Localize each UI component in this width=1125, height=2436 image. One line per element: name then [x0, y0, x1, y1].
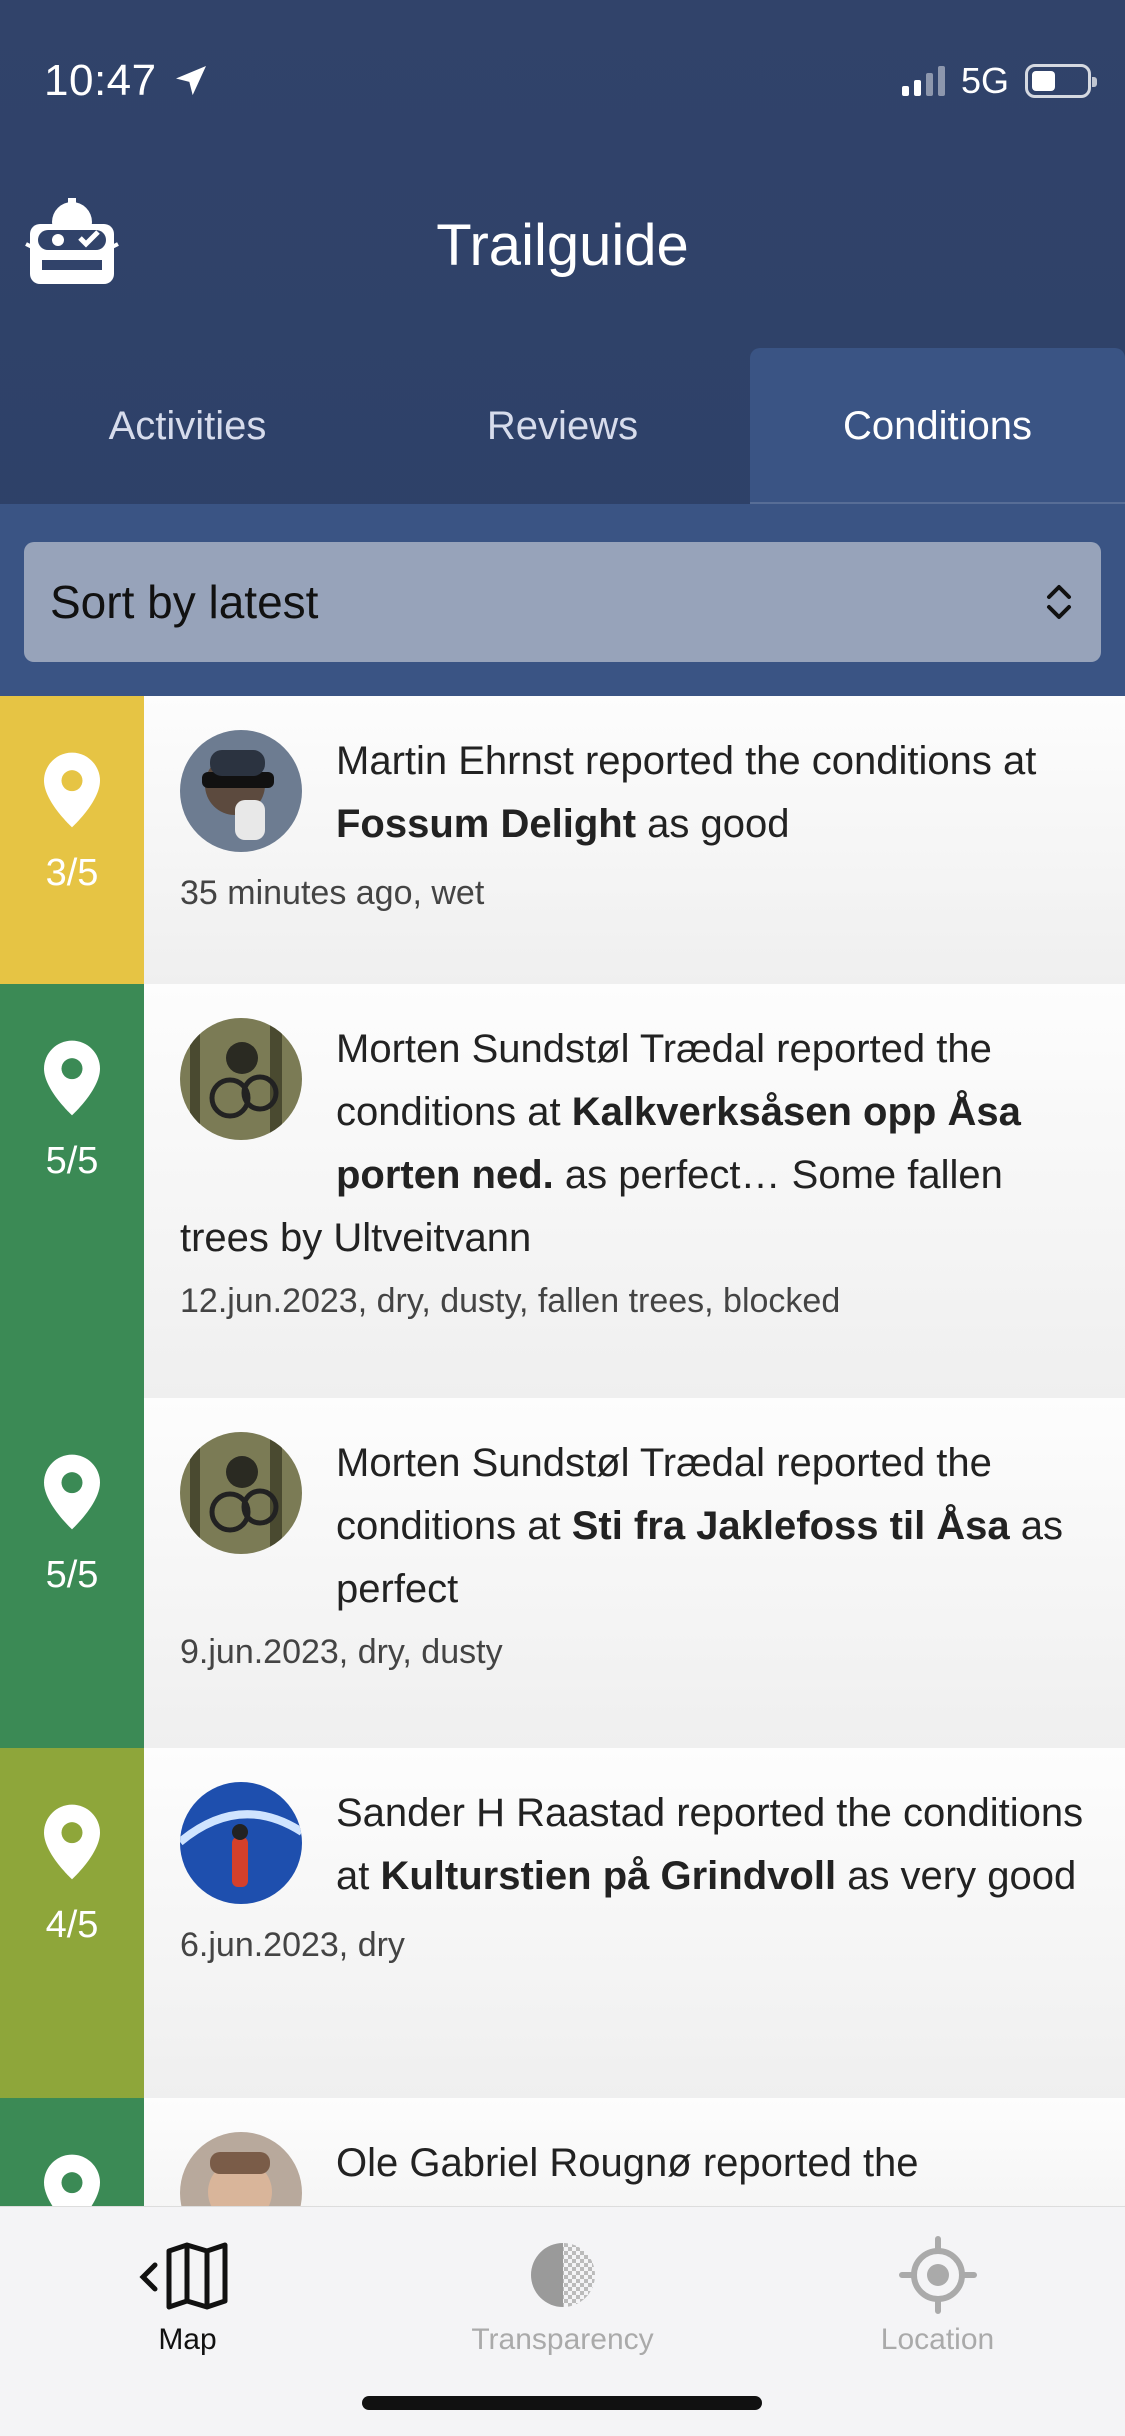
- report-text: Morten Sundstøl Trædal reported the cond…: [180, 1018, 1085, 1270]
- app-header: 10:47 5G Trailguide Activities Reviews C…: [0, 0, 1125, 696]
- tab-bar: Activities Reviews Conditions: [0, 348, 1125, 504]
- conditions-list: 3/5 Martin Ehrnst reported the condition…: [0, 696, 1125, 2206]
- rating-strip: 3/5: [0, 696, 144, 984]
- rating-strip: 4/5: [0, 1748, 144, 2098]
- sort-select[interactable]: Sort by latest: [24, 542, 1101, 662]
- list-item[interactable]: Ole Gabriel Rougnø reported the: [0, 2098, 1125, 2206]
- rating-strip: 5/5: [0, 1398, 144, 1748]
- home-indicator[interactable]: [362, 2396, 762, 2410]
- list-item[interactable]: 3/5 Martin Ehrnst reported the condition…: [0, 696, 1125, 984]
- nav-location-label: Location: [880, 2323, 995, 2356]
- list-item[interactable]: 5/5 Morten Sundstøl Trædal reported the …: [0, 984, 1125, 1398]
- nav-location[interactable]: Location: [750, 2207, 1125, 2377]
- report-text: Morten Sundstøl Trædal reported the cond…: [180, 1432, 1085, 1621]
- nav-map[interactable]: Map: [0, 2207, 375, 2377]
- avatar[interactable]: [180, 1432, 302, 1554]
- map-pin-icon: [44, 752, 100, 828]
- report-user[interactable]: Martin Ehrnst: [336, 739, 574, 783]
- status-time: 10:47: [44, 56, 211, 106]
- nav-transparency-label: Transparency: [471, 2323, 654, 2356]
- report-text: Ole Gabriel Rougnø reported the: [180, 2132, 1085, 2195]
- list-item[interactable]: 4/5 Sander H Raastad reported the condit…: [0, 1748, 1125, 2098]
- avatar[interactable]: [180, 1018, 302, 1140]
- report-meta: 12.jun.2023, dry, dusty, fallen trees, b…: [180, 1282, 841, 1320]
- app-title: Trailguide: [436, 213, 689, 278]
- status-indicators: 5G: [901, 60, 1097, 102]
- report-meta: 35 minutes ago, wet: [180, 874, 485, 912]
- avatar[interactable]: [180, 730, 302, 852]
- tab-conditions[interactable]: Conditions: [750, 348, 1125, 504]
- report-verdict: as perfect… Some fallen trees by Ultveit…: [180, 1153, 1003, 1260]
- tab-reviews[interactable]: Reviews: [375, 348, 750, 504]
- nav-transparency[interactable]: Transparency: [375, 2207, 750, 2377]
- report-text: Sander H Raastad reported the conditions…: [180, 1782, 1085, 1908]
- sort-bar: Sort by latest: [0, 504, 1125, 696]
- cellular-signal-icon: [901, 66, 945, 96]
- report-entry: Morten Sundstøl Trædal reported the cond…: [144, 1398, 1125, 1748]
- report-phrase: reported the: [691, 2141, 919, 2185]
- report-text: Martin Ehrnst reported the conditions at…: [180, 730, 1085, 856]
- avatar[interactable]: [180, 1782, 302, 1904]
- report-user[interactable]: Sander H Raastad: [336, 1791, 665, 1835]
- map-pin-icon: [44, 2154, 100, 2206]
- rating-score: 4/5: [45, 1904, 99, 1946]
- report-entry: Morten Sundstøl Trædal reported the cond…: [144, 984, 1125, 1398]
- map-pin-icon: [44, 1454, 100, 1530]
- report-entry: Sander H Raastad reported the conditions…: [144, 1748, 1125, 2098]
- clock: 10:47: [44, 56, 157, 105]
- rating-score: 5/5: [45, 1140, 99, 1182]
- report-entry: Martin Ehrnst reported the conditions at…: [144, 696, 1125, 984]
- map-pin-icon: [44, 1040, 100, 1116]
- rating-score: 3/5: [45, 852, 99, 894]
- map-pin-icon: [44, 1804, 100, 1880]
- rating-strip: [0, 2098, 144, 2206]
- rating-score: 5/5: [45, 1554, 99, 1596]
- report-entry: Ole Gabriel Rougnø reported the: [144, 2098, 1125, 2206]
- report-user[interactable]: Ole Gabriel Rougnø: [336, 2141, 692, 2185]
- transparency-icon: [530, 2243, 595, 2307]
- network-type: 5G: [960, 60, 1009, 101]
- report-meta: 9.jun.2023, dry, dusty: [180, 1633, 503, 1671]
- report-user[interactable]: Morten Sundstøl Trædal: [336, 1027, 765, 1071]
- status-bar: 10:47 5G: [0, 0, 1125, 150]
- nav-map-label: Map: [158, 2323, 217, 2356]
- report-verdict: as very good: [836, 1854, 1077, 1898]
- location-icon: [898, 2236, 977, 2314]
- location-arrow-icon: [175, 66, 206, 96]
- report-meta: 6.jun.2023, dry: [180, 1926, 405, 1964]
- report-user[interactable]: Morten Sundstøl Trædal: [336, 1441, 765, 1485]
- map-icon: [138, 2242, 227, 2310]
- report-phrase: reported the conditions at: [573, 739, 1037, 783]
- sort-select-value: Sort by latest: [50, 576, 319, 628]
- report-trail[interactable]: Kulturstien på Grindvoll: [380, 1854, 836, 1898]
- tab-activities[interactable]: Activities: [0, 348, 375, 504]
- rating-strip: 5/5: [0, 984, 144, 1398]
- report-trail[interactable]: Fossum Delight: [336, 802, 636, 846]
- report-verdict: as good: [636, 802, 790, 846]
- chevron-up-down-icon: [1047, 585, 1071, 619]
- report-trail[interactable]: Sti fra Jaklefoss til Åsa: [572, 1504, 1010, 1548]
- battery-icon: [1025, 64, 1097, 98]
- list-item[interactable]: 5/5 Morten Sundstøl Trædal reported the …: [0, 1398, 1125, 1748]
